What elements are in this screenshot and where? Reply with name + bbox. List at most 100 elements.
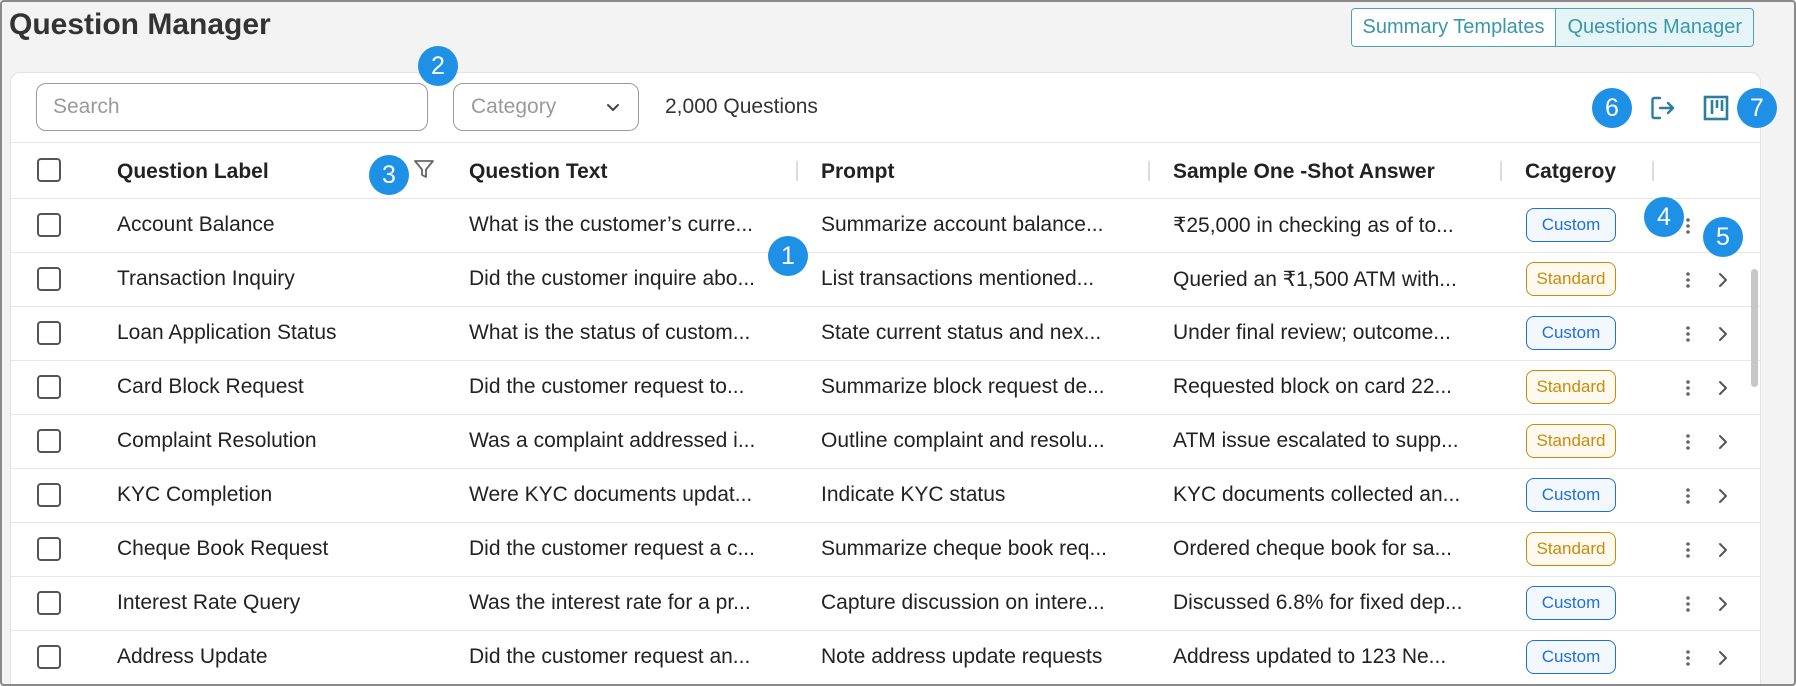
- chevron-right-icon[interactable]: [1715, 646, 1731, 670]
- table-row[interactable]: Account Balance What is the customer’s cu…: [11, 199, 1760, 253]
- row-checkbox[interactable]: [37, 429, 61, 453]
- cell-question-text: What is the customer’s curre...: [469, 213, 753, 236]
- table-row[interactable]: Loan Application Status What is the statu…: [11, 307, 1760, 361]
- cell-sample-answer: Queried an ₹1,500 ATM with...: [1173, 268, 1457, 291]
- chevron-right-icon[interactable]: [1715, 484, 1731, 508]
- column-divider[interactable]: [1652, 161, 1654, 181]
- column-divider[interactable]: [1500, 161, 1502, 181]
- cell-prompt: Outline complaint and resolu...: [821, 429, 1105, 452]
- cell-prompt: Indicate KYC status: [821, 483, 1006, 506]
- row-checkbox[interactable]: [37, 591, 61, 615]
- kebab-menu-icon[interactable]: [1684, 483, 1692, 509]
- cell-prompt: Summarize block request de...: [821, 375, 1105, 398]
- marker-5: 5: [1703, 217, 1743, 257]
- table-row[interactable]: KYC Completion Were KYC documents updat..…: [11, 469, 1760, 523]
- cell-prompt: Capture discussion on intere...: [821, 591, 1105, 614]
- marker-4: 4: [1644, 197, 1684, 237]
- table-row[interactable]: Card Block Request Did the customer reque…: [11, 361, 1760, 415]
- row-checkbox[interactable]: [37, 213, 61, 237]
- cell-question-text: Were KYC documents updat...: [469, 483, 753, 506]
- table-row[interactable]: Address Update Did the customer request a…: [11, 631, 1760, 685]
- cell-sample-answer: Ordered cheque book for sa...: [1173, 537, 1452, 560]
- cell-question-label: Interest Rate Query: [117, 591, 301, 614]
- chevron-right-icon[interactable]: [1715, 592, 1731, 616]
- export-icon[interactable]: [1648, 93, 1678, 123]
- kebab-menu-icon[interactable]: [1684, 591, 1692, 617]
- cell-prompt: State current status and nex...: [821, 321, 1102, 344]
- marker-6: 6: [1592, 88, 1632, 128]
- chevron-right-icon[interactable]: [1715, 376, 1731, 400]
- column-header-question-text[interactable]: Question Text: [469, 160, 607, 184]
- kebab-menu-icon[interactable]: [1684, 375, 1692, 401]
- chevron-right-icon[interactable]: [1715, 322, 1731, 346]
- category-badge: Standard: [1526, 370, 1616, 404]
- cell-prompt: Summarize account balance...: [821, 213, 1104, 236]
- category-placeholder: Category: [471, 95, 557, 118]
- cell-question-label: Card Block Request: [117, 375, 304, 398]
- cell-question-text: Was the interest rate for a pr...: [469, 591, 751, 614]
- column-divider[interactable]: [796, 161, 798, 181]
- cell-question-text: Did the customer inquire abo...: [469, 267, 755, 290]
- cell-question-label: Address Update: [117, 645, 268, 668]
- cell-prompt: Note address update requests: [821, 645, 1103, 668]
- cell-sample-answer: ATM issue escalated to supp...: [1173, 429, 1459, 452]
- cell-sample-answer: Requested block on card 22...: [1173, 375, 1453, 398]
- chevron-right-icon[interactable]: [1715, 268, 1731, 292]
- search-input[interactable]: [36, 83, 428, 131]
- cell-sample-answer: ₹25,000 in checking as of to...: [1173, 214, 1454, 237]
- kebab-menu-icon[interactable]: [1684, 645, 1692, 671]
- row-checkbox[interactable]: [37, 267, 61, 291]
- cell-question-text: Was a complaint addressed i...: [469, 429, 756, 452]
- category-dropdown[interactable]: Category: [453, 83, 639, 131]
- cell-question-text: Did the customer request an...: [469, 645, 751, 668]
- chevron-down-icon: [607, 104, 619, 111]
- marker-3: 3: [369, 155, 409, 195]
- tab-questions-manager[interactable]: Questions Manager: [1555, 9, 1753, 46]
- tab-summary-templates[interactable]: Summary Templates: [1351, 9, 1556, 46]
- cell-question-label: Complaint Resolution: [117, 429, 317, 452]
- filter-icon[interactable]: [413, 158, 435, 180]
- category-badge: Custom: [1526, 208, 1616, 242]
- table-row[interactable]: Interest Rate Query Was the interest rate…: [11, 577, 1760, 631]
- cell-question-label: KYC Completion: [117, 483, 273, 506]
- question-count: 2,000 Questions: [665, 95, 818, 118]
- row-checkbox[interactable]: [37, 321, 61, 345]
- column-header-sample-answer[interactable]: Sample One -Shot Answer: [1173, 160, 1435, 184]
- scrollbar-thumb[interactable]: [1751, 269, 1758, 387]
- column-header-category[interactable]: Catgeroy: [1525, 160, 1616, 184]
- row-checkbox[interactable]: [37, 645, 61, 669]
- cell-question-label: Account Balance: [117, 213, 275, 236]
- row-checkbox[interactable]: [37, 537, 61, 561]
- kebab-menu-icon[interactable]: [1684, 321, 1692, 347]
- table-row[interactable]: Transaction Inquiry Did the customer inqu…: [11, 253, 1760, 307]
- marker-7: 7: [1737, 88, 1777, 128]
- column-divider[interactable]: [1148, 161, 1150, 181]
- cell-question-text: Did the customer request to...: [469, 375, 745, 398]
- toolbar: Category 2,000 Questions: [11, 73, 1760, 143]
- select-all-checkbox[interactable]: [37, 158, 61, 182]
- cell-sample-answer: KYC documents collected an...: [1173, 483, 1461, 506]
- category-badge: Custom: [1526, 316, 1616, 350]
- table-row[interactable]: Cheque Book Request Did the customer requ…: [11, 523, 1760, 577]
- page-title: Question Manager: [9, 8, 271, 41]
- kebab-menu-icon[interactable]: [1684, 267, 1692, 293]
- row-checkbox[interactable]: [37, 375, 61, 399]
- chevron-right-icon[interactable]: [1715, 538, 1731, 562]
- board-layout-icon[interactable]: [1701, 93, 1731, 123]
- column-header-prompt[interactable]: Prompt: [821, 160, 895, 184]
- kebab-menu-icon[interactable]: [1684, 429, 1692, 455]
- kebab-menu-icon[interactable]: [1684, 537, 1692, 563]
- table-body: Account Balance What is the customer’s cu…: [11, 199, 1760, 685]
- cell-prompt: List transactions mentioned...: [821, 267, 1095, 290]
- kebab-menu-icon[interactable]: [1684, 213, 1692, 239]
- table-row[interactable]: Complaint Resolution Was a complaint addr…: [11, 415, 1760, 469]
- chevron-right-icon[interactable]: [1715, 430, 1731, 454]
- cell-question-text: Did the customer request a c...: [469, 537, 755, 560]
- cell-question-label: Cheque Book Request: [117, 537, 329, 560]
- column-header-question-label[interactable]: Question Label: [117, 160, 269, 184]
- table-header: Question Label Question Text Prompt Samp…: [11, 143, 1760, 199]
- cell-sample-answer: Under final review; outcome...: [1173, 321, 1451, 344]
- cell-prompt: Summarize cheque book req...: [821, 537, 1107, 560]
- category-badge: Custom: [1526, 640, 1616, 674]
- row-checkbox[interactable]: [37, 483, 61, 507]
